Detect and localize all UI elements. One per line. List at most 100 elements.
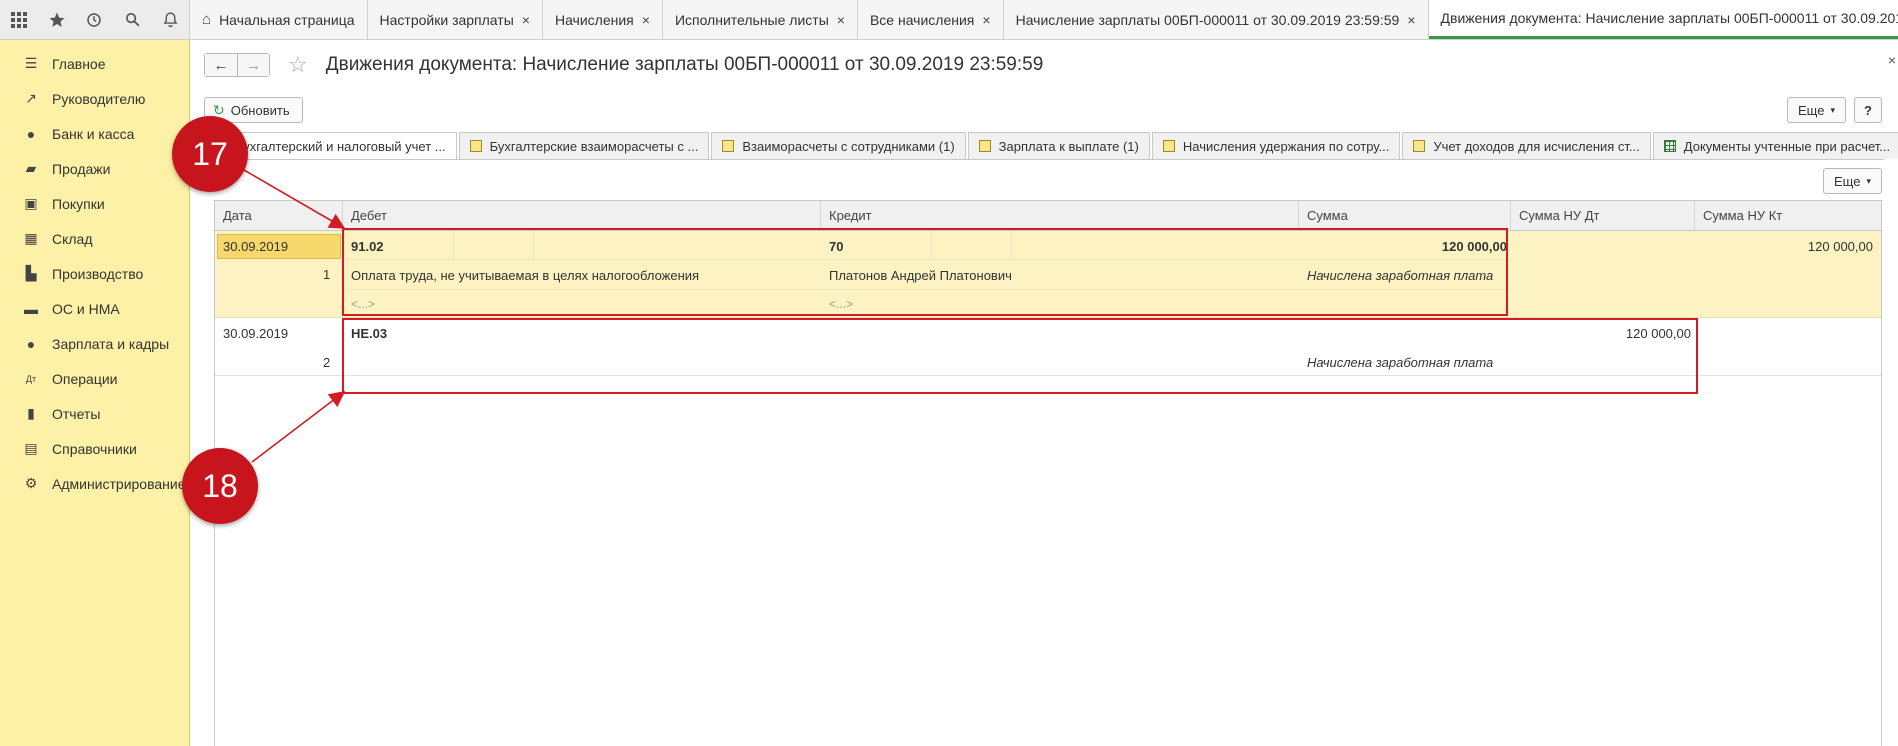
column-header-sum[interactable]: Сумма (1299, 201, 1511, 230)
row-date: 30.09.2019 (223, 239, 289, 254)
table-more-button[interactable]: Еще ▾ (1823, 168, 1882, 194)
sidebar-item-label: Зарплата и кадры (52, 335, 170, 352)
tab-label: Бухгалтерский и налоговый учет ... (235, 138, 446, 154)
annotation-marker-17: 17 (172, 116, 248, 192)
register-icon (1413, 140, 1426, 152)
column-header-sum-nu-kt[interactable]: Сумма НУ Кт (1695, 201, 1881, 230)
history-icon[interactable] (76, 0, 114, 40)
sidebar-item-operations[interactable]: Дт Операции (0, 361, 189, 396)
window-tabs: ⌂ Начальная страница Настройки зарплаты … (190, 0, 1898, 39)
tab-label: Начальная страница (219, 11, 355, 28)
sidebar-item-salary[interactable]: ● Зарплата и кадры (0, 326, 189, 361)
tab-label: Бухгалтерские взаиморасчеты с ... (489, 138, 699, 154)
tab-employee-settlements[interactable]: Взаиморасчеты с сотрудниками (1) (711, 132, 966, 159)
refresh-label: Обновить (230, 102, 290, 118)
tab-accruals[interactable]: Начисления × (542, 0, 663, 39)
gear-icon: ⚙ (24, 475, 38, 491)
column-header-sum-nu-dt[interactable]: Сумма НУ Дт (1511, 201, 1695, 230)
close-icon[interactable]: × (982, 12, 990, 28)
grid-icon (1663, 140, 1676, 152)
tab-document-movements[interactable]: Движения документа: Начисление зарплаты … (1428, 0, 1898, 39)
bell-icon[interactable] (151, 0, 189, 40)
chevron-down-icon: ▾ (1866, 175, 1871, 186)
sidebar-item-label: Администрирование (52, 475, 186, 492)
book-icon: ▤ (24, 440, 38, 456)
tab-accruals-deductions[interactable]: Начисления удержания по сотру... (1151, 132, 1401, 159)
tab-income-accounting[interactable]: Учет доходов для исчисления ст... (1402, 132, 1651, 159)
highlight-box-accounting (342, 228, 1508, 316)
tab-home[interactable]: ⌂ Начальная страница (190, 0, 368, 39)
row-date: 30.09.2019 (223, 326, 289, 341)
sidebar-item-sales[interactable]: ▰ Продажи (0, 151, 189, 186)
sidebar-item-administration[interactable]: ⚙ Администрирование (0, 466, 189, 501)
tab-writs[interactable]: Исполнительные листы × (662, 0, 858, 39)
page-title: Движения документа: Начисление зарплаты … (325, 54, 1044, 75)
forward-button[interactable]: → (237, 54, 269, 76)
sidebar-item-catalogs[interactable]: ▤ Справочники (0, 431, 189, 466)
register-tabs: Бухгалтерский и налоговый учет ... Бухга… (204, 132, 1898, 160)
trend-icon: ↗ (25, 90, 37, 106)
close-window-icon[interactable]: × (1888, 52, 1896, 68)
sidebar-item-reports[interactable]: ▮ Отчеты (0, 396, 189, 431)
tab-documents-considered[interactable]: Документы учтенные при расчет... (1652, 132, 1898, 159)
register-icon (978, 140, 991, 152)
tab-label: Начисления удержания по сотру... (1182, 138, 1390, 154)
favorite-star-icon[interactable]: ☆ (288, 52, 308, 78)
tab-all-accruals[interactable]: Все начисления × (857, 0, 1004, 39)
sidebar-item-main[interactable]: ☰ Главное (0, 46, 189, 81)
help-button[interactable]: ? (1854, 97, 1882, 123)
more-label: Еще (1798, 102, 1825, 118)
sidebar-item-fixed-assets[interactable]: ▬ ОС и НМА (0, 291, 189, 326)
tab-salary-payable[interactable]: Зарплата к выплате (1) (967, 132, 1150, 159)
sidebar-item-warehouse[interactable]: ▦ Склад (0, 221, 189, 256)
sidebar-item-label: Производство (52, 265, 144, 282)
sidebar: ☰ Главное ↗ Руководителю ● Банк и касса ▰ Пр… (0, 40, 190, 746)
person-icon: ● (26, 335, 36, 352)
search-icon[interactable] (113, 0, 151, 40)
close-icon[interactable]: × (642, 12, 650, 28)
sidebar-item-label: ОС и НМА (52, 300, 120, 317)
tab-salary-settings[interactable]: Настройки зарплаты × (367, 0, 543, 39)
sidebar-item-label: Отчеты (52, 405, 101, 422)
truck-icon: ▬ (24, 300, 38, 317)
cart-icon: ▰ (25, 160, 37, 176)
column-header-credit[interactable]: Кредит (821, 201, 1299, 230)
tab-label: Начисления (554, 11, 634, 28)
tab-label: Все начисления (869, 11, 975, 28)
tab-label: Взаиморасчеты с сотрудниками (1) (742, 138, 955, 154)
sidebar-item-bank[interactable]: ● Банк и касса (0, 116, 189, 151)
bar-chart-icon: ▮ (27, 405, 35, 421)
register-icon (1162, 140, 1175, 152)
sidebar-item-label: Продажи (52, 160, 111, 177)
sidebar-item-purchases[interactable]: ▣ Покупки (0, 186, 189, 221)
row-number: 1 (323, 267, 331, 282)
close-icon[interactable]: × (837, 12, 845, 28)
column-header-date[interactable]: Дата (215, 201, 343, 230)
chevron-down-icon: ▾ (1830, 104, 1835, 115)
tab-label: Начисление зарплаты 00БП-000011 от 30.09… (1015, 11, 1400, 28)
top-icons (0, 0, 190, 39)
sum-nu-kt-value: 120 000,00 (1807, 239, 1873, 254)
sidebar-item-manager[interactable]: ↗ Руководителю (0, 81, 189, 116)
coin-icon: ● (26, 125, 36, 142)
tab-label: Настройки зарплаты (379, 11, 514, 28)
dt-kt-icon: Дт (25, 373, 37, 384)
row-number: 2 (323, 355, 331, 370)
close-icon[interactable]: × (1407, 12, 1415, 28)
factory-icon: ▙ (25, 265, 37, 281)
star-icon[interactable] (38, 0, 76, 40)
sidebar-item-label: Склад (52, 230, 93, 247)
sidebar-item-production[interactable]: ▙ Производство (0, 256, 189, 291)
back-button[interactable]: ← (205, 54, 237, 76)
tab-salary-document[interactable]: Начисление зарплаты 00БП-000011 от 30.09… (1003, 0, 1429, 39)
column-header-debit[interactable]: Дебет (343, 201, 821, 230)
register-icon (722, 140, 735, 152)
tab-accounting-settlements[interactable]: Бухгалтерские взаиморасчеты с ... (458, 132, 710, 159)
close-icon[interactable]: × (522, 12, 530, 28)
basket-icon: ▣ (24, 195, 38, 211)
more-button[interactable]: Еще ▾ (1787, 97, 1846, 123)
apps-grid-icon[interactable] (0, 0, 38, 40)
register-icon (469, 140, 482, 152)
tab-label: Учет доходов для исчисления ст... (1433, 138, 1640, 154)
tab-label: Исполнительные листы (674, 11, 829, 28)
